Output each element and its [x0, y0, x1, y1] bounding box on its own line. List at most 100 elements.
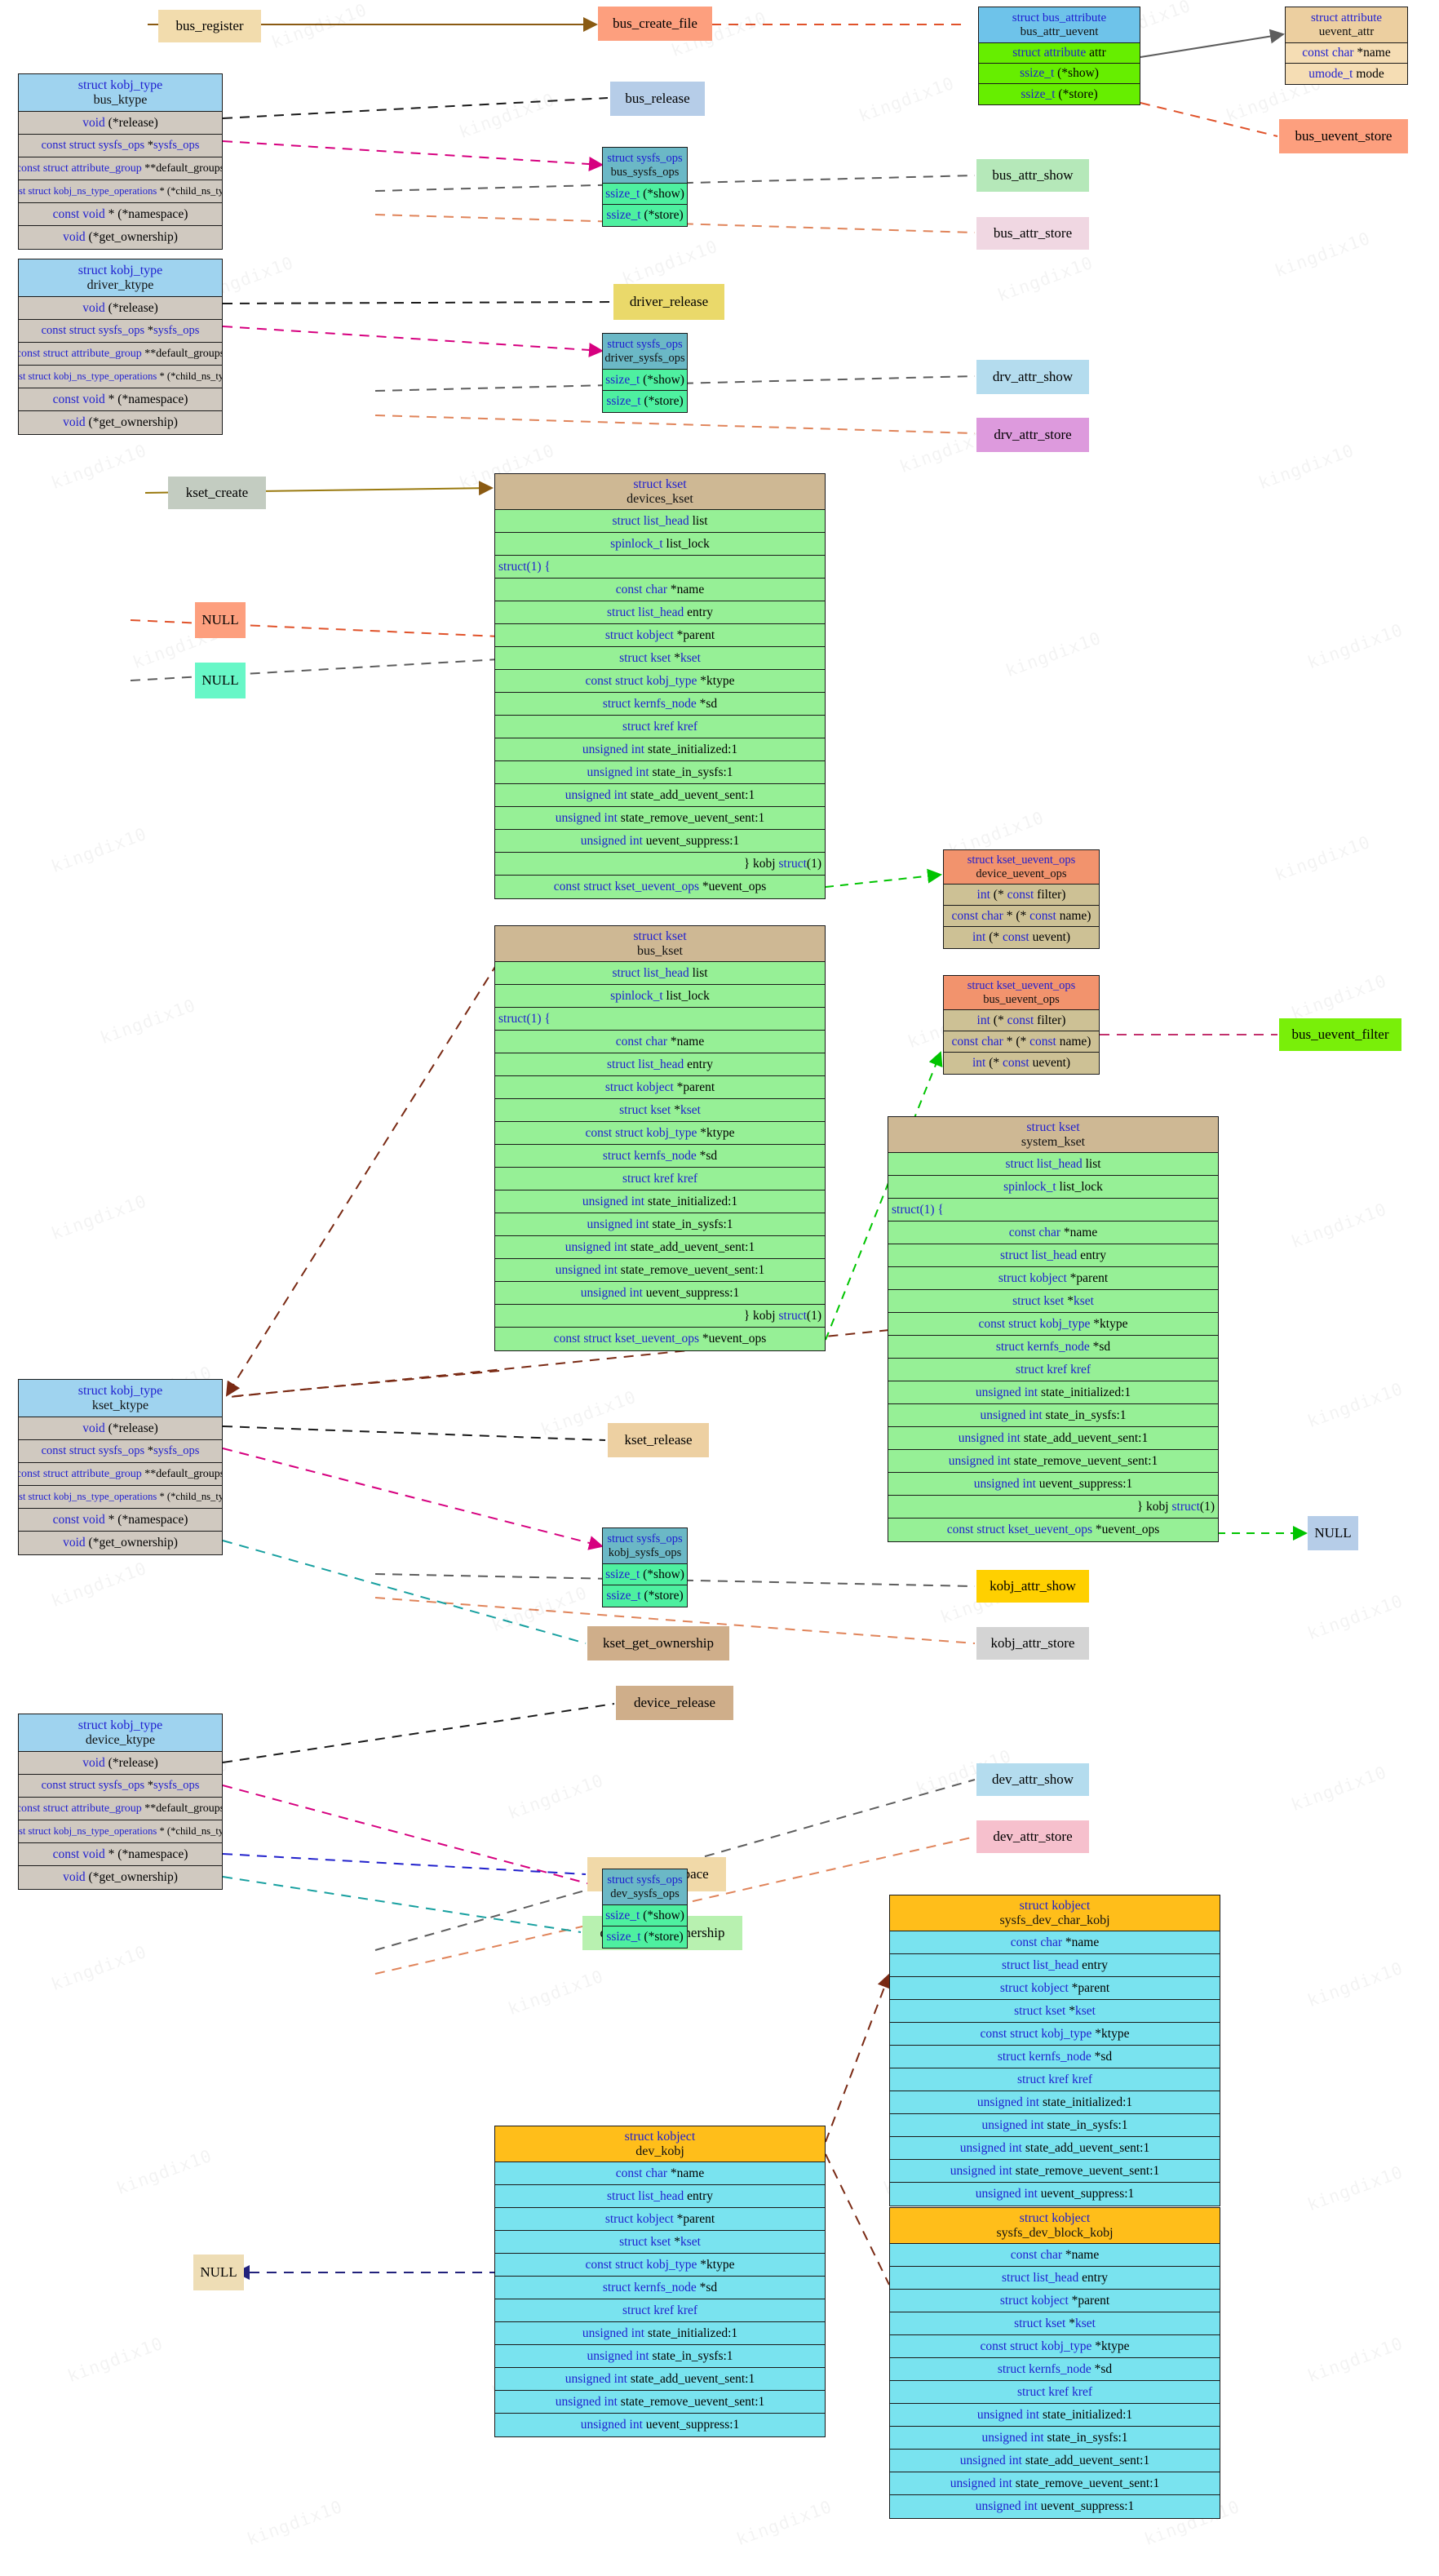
field-list-lock: spinlock_t list_lock: [495, 985, 825, 1008]
node-label: bus_create_file: [613, 16, 697, 32]
field-label: const struct kobj_ns_type_operations * (…: [19, 1491, 222, 1503]
struct-header: struct kobj_type driver_ktype: [19, 259, 222, 297]
watermark: kingdix10: [1305, 1379, 1406, 1432]
field-label: const struct kset_uevent_ops *uevent_ops: [553, 880, 767, 894]
node-drv-attr-show[interactable]: drv_attr_show: [976, 360, 1089, 394]
watermark: kingdix10: [1256, 441, 1357, 494]
field-label: struct(1) {: [498, 559, 551, 574]
field-label: unsigned int state_initialized:1: [976, 2407, 1133, 2422]
field-label: unsigned int state_remove_uevent_sent:1: [948, 1453, 1158, 1468]
field-label: unsigned int uevent_suppress:1: [580, 2418, 740, 2432]
node-kset-get-ownership[interactable]: kset_get_ownership: [587, 1626, 729, 1660]
field-label: const struct kobj_type *ktype: [978, 1316, 1128, 1331]
field-kref: struct kref kref: [890, 2381, 1220, 2404]
struct-name: bus_attr_uevent: [1020, 24, 1099, 38]
node-kset-release[interactable]: kset_release: [608, 1423, 709, 1457]
field-sysfs-ops: const struct sysfs_ops *sysfs_ops: [19, 1775, 222, 1798]
field-label: unsigned int state_remove_uevent_sent:1: [555, 810, 765, 825]
field-uevent: int (* const uevent): [944, 1053, 1099, 1074]
field-label: const char *name: [1302, 46, 1391, 60]
watermark: kingdix10: [49, 1942, 150, 1995]
field-struct-open: struct(1) {: [495, 1008, 825, 1031]
field-label: const char * (* const name): [951, 1034, 1091, 1049]
watermark: kingdix10: [1273, 228, 1374, 282]
field-label: int (* const filter): [976, 1013, 1066, 1027]
struct-type: struct kset: [1026, 1120, 1080, 1134]
field-list-lock: spinlock_t list_lock: [495, 533, 825, 556]
watermark: kingdix10: [1305, 2334, 1406, 2387]
node-label: kobj_attr_store: [990, 1635, 1075, 1652]
node-bus-uevent-filter[interactable]: bus_uevent_filter: [1279, 1018, 1401, 1051]
field-struct-open: struct(1) {: [495, 556, 825, 579]
field-label: struct kset *kset: [1014, 2316, 1096, 2330]
field-label: unsigned int state_add_uevent_sent:1: [565, 2371, 755, 2386]
field-label: unsigned int state_add_uevent_sent:1: [959, 2453, 1150, 2467]
node-label: NULL: [201, 612, 239, 628]
struct-type: struct attribute: [1310, 11, 1383, 24]
field-label: int (* const filter): [976, 887, 1066, 902]
node-bus-attr-show[interactable]: bus_attr_show: [976, 159, 1089, 192]
field-state-in-sysfs: unsigned int state_in_sysfs:1: [890, 2427, 1220, 2450]
struct-uevent-attr: struct attribute uevent_attr const char …: [1285, 7, 1408, 85]
struct-device-uevent-ops: struct kset_uevent_ops device_uevent_ops…: [943, 849, 1100, 949]
field-release: void (*release): [19, 1417, 222, 1440]
field-label: ssize_t (*store): [1021, 86, 1098, 101]
field-label: const struct attribute_group **default_g…: [19, 1802, 222, 1815]
struct-name: system_kset: [1021, 1134, 1086, 1149]
field-list-lock: spinlock_t list_lock: [888, 1176, 1218, 1199]
field-state-remove-uevent-sent: unsigned int state_remove_uevent_sent:1: [890, 2160, 1220, 2183]
node-kobj-attr-show[interactable]: kobj_attr_show: [976, 1570, 1089, 1603]
node-dev-attr-store[interactable]: dev_attr_store: [976, 1820, 1089, 1853]
field-parent: struct kobject *parent: [890, 2290, 1220, 2312]
field-kref: struct kref kref: [890, 2068, 1220, 2091]
field-parent: struct kobject *parent: [890, 1977, 1220, 2000]
node-driver-release[interactable]: driver_release: [613, 284, 724, 320]
struct-bus-attr-uevent: struct bus_attribute bus_attr_uevent str…: [978, 7, 1140, 105]
field-label: struct list_head entry: [606, 605, 713, 619]
diagram-canvas: kingdix10 kingdix10 kingdix10 kingdix10 …: [0, 0, 1439, 2576]
node-bus-uevent-store[interactable]: bus_uevent_store: [1279, 119, 1408, 153]
field-uevent: int (* const uevent): [944, 927, 1099, 948]
field-label: unsigned int state_in_sysfs:1: [981, 2117, 1128, 2132]
struct-name: bus_ktype: [93, 92, 148, 107]
node-drv-attr-store[interactable]: drv_attr_store: [976, 418, 1089, 452]
struct-name: dev_sysfs_ops: [610, 1887, 680, 1900]
field-label: void (*get_ownership): [63, 1536, 178, 1550]
node-bus-register[interactable]: bus_register: [158, 10, 261, 42]
field-kset: struct kset *kset: [495, 2231, 825, 2254]
node-bus-attr-store[interactable]: bus_attr_store: [976, 217, 1089, 250]
struct-type: struct kset_uevent_ops: [967, 979, 1076, 993]
field-label: unsigned int state_in_sysfs:1: [587, 765, 733, 779]
field-label: struct kref kref: [622, 1171, 698, 1186]
field-label: struct list_head entry: [1001, 1957, 1108, 1972]
field-state-initialized: unsigned int state_initialized:1: [890, 2404, 1220, 2427]
field-label: struct kernfs_node *sd: [995, 1339, 1111, 1354]
node-kobj-attr-store[interactable]: kobj_attr_store: [976, 1627, 1089, 1660]
field-show: ssize_t (*show): [603, 184, 687, 205]
struct-header: struct kset_uevent_ops device_uevent_ops: [944, 850, 1099, 885]
watermark: kingdix10: [98, 995, 199, 1049]
field-show: ssize_t (*show): [603, 1905, 687, 1926]
node-bus-release[interactable]: bus_release: [610, 82, 705, 116]
struct-name: bus_kset: [637, 943, 683, 958]
node-kset-create[interactable]: kset_create: [168, 477, 266, 509]
struct-name: kobj_sysfs_ops: [608, 1545, 682, 1559]
struct-sysfs-dev-char-kobj: struct kobject sysfs_dev_char_kobj const…: [889, 1895, 1220, 2206]
field-sysfs-ops: const struct sysfs_ops *sysfs_ops: [19, 135, 222, 157]
node-bus-create-file[interactable]: bus_create_file: [598, 7, 712, 41]
field-state-add-uevent-sent: unsigned int state_add_uevent_sent:1: [888, 1427, 1218, 1450]
struct-type: struct kset: [633, 477, 687, 491]
field-kset: struct kset *kset: [495, 1099, 825, 1122]
node-dev-attr-show[interactable]: dev_attr_show: [976, 1763, 1089, 1796]
field-label: spinlock_t list_lock: [610, 988, 710, 1003]
node-null-kset-devices: NULL: [195, 663, 246, 698]
node-null-parent-devices: NULL: [195, 602, 246, 638]
field-label: void (*release): [82, 1421, 158, 1435]
field-label: struct kset *kset: [619, 650, 701, 665]
node-device-release[interactable]: device_release: [616, 1686, 733, 1720]
watermark: kingdix10: [49, 1558, 150, 1612]
field-kref: struct kref kref: [495, 2299, 825, 2322]
field-filter: int (* const filter): [944, 1010, 1099, 1031]
field-entry: struct list_head entry: [888, 1244, 1218, 1267]
field-state-in-sysfs: unsigned int state_in_sysfs:1: [495, 1213, 825, 1236]
